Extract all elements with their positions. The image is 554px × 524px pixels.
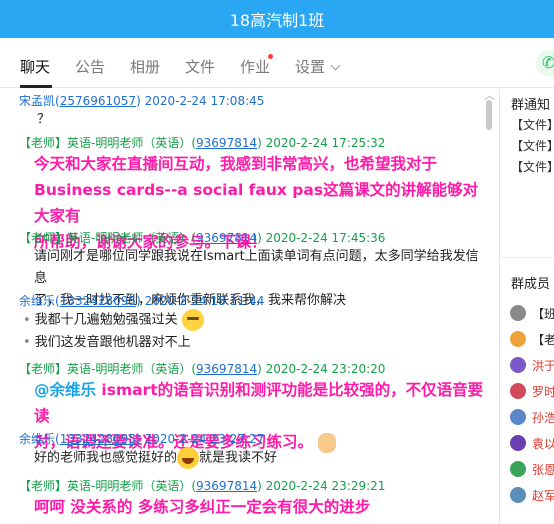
group-members-title: 群成员	[511, 277, 551, 292]
sender-name[interactable]: 余维乐	[19, 294, 55, 308]
message: 【老师】英语-明明老师（英语）(93697814) 2020-2-24 23:2…	[19, 478, 489, 520]
window-title-bar: 18高汽制1班	[0, 0, 554, 38]
tab-settings-label: 设置	[295, 58, 326, 76]
member-item[interactable]: 孙浩	[510, 408, 554, 426]
message-time: 2020-2-24 23:27:27	[144, 432, 265, 446]
chevron-down-icon	[330, 60, 341, 71]
sender-qq-link[interactable]: 93697814	[196, 479, 257, 493]
message-time: 2020-2-24 23:20:20	[265, 362, 386, 376]
homework-unread-dot	[268, 54, 273, 59]
message-line: 就是我读不好	[199, 450, 278, 466]
chat-message-list[interactable]: 宋孟凯(2576961057) 2020-2-24 17:08:45 ？ 【老师…	[0, 89, 497, 524]
message-text: 呵呵 没关系的 多练习多纠正一定会有很大的进步	[34, 498, 371, 516]
member-item[interactable]: 赵军	[510, 486, 554, 504]
avatar	[510, 331, 526, 347]
group-notice-title[interactable]: 群通知	[511, 94, 550, 113]
sender-qq-link[interactable]: 1332428095	[60, 432, 136, 446]
tab-files[interactable]: 文件	[185, 56, 215, 77]
member-item[interactable]: 张恩	[510, 460, 554, 478]
message-time: 2020-2-24 17:45:36	[265, 231, 386, 245]
message-meta: 【老师】英语-明明老师（英语）(93697814) 2020-2-24 17:4…	[19, 231, 386, 245]
avatar	[510, 305, 526, 321]
sender-name[interactable]: 【老师】英语-明明老师（英语）	[19, 136, 191, 150]
message-meta: 【老师】英语-明明老师（英语）(93697814) 2020-2-24 23:2…	[19, 479, 386, 493]
message-time: 2020-2-24 18:11:44	[144, 294, 265, 308]
laughing-emoji-icon	[177, 447, 200, 469]
scrollbar-thumb[interactable]	[486, 100, 492, 130]
phone-icon: ✆	[542, 53, 554, 72]
message: 余维乐(1332428095) 2020-2-24 18:11:44 • 我都十几…	[19, 293, 489, 354]
member-item[interactable]: 【老	[510, 330, 554, 348]
avatar	[510, 383, 526, 399]
sender-name[interactable]: 【老师】英语-明明老师（英语）	[19, 231, 191, 245]
avatar	[510, 487, 526, 503]
sender-name[interactable]: 【老师】英语-明明老师（英语）	[19, 479, 191, 493]
member-name: 洪于	[532, 358, 554, 373]
mention-link[interactable]: @余维乐	[34, 381, 96, 399]
tab-bar: 聊天 公告 相册 文件 作业 设置	[0, 38, 554, 88]
sender-name[interactable]: 【老师】英语-明明老师（英语）	[19, 362, 191, 376]
member-item[interactable]: 洪于	[510, 356, 554, 374]
tab-album[interactable]: 相册	[130, 56, 160, 77]
message-time: 2020-2-24 23:29:21	[265, 479, 386, 493]
message-text: ？	[37, 112, 51, 127]
message-meta: 【老师】英语-明明老师（英语）(93697814) 2020-2-24 23:2…	[19, 362, 386, 376]
sender-qq-link[interactable]: 93697814	[196, 136, 257, 150]
message-line: 我们这发音跟他机器对不上	[34, 334, 191, 350]
sender-qq-link[interactable]: 2576961057	[60, 94, 136, 108]
avatar	[510, 357, 526, 373]
message-text: @余维乐 ismart的语音识别和测评功能是比较强的，不仅语音要读	[19, 377, 489, 429]
message-text: • 我都十几遍勉勉强强过关	[19, 309, 489, 332]
panel-divider	[500, 257, 554, 258]
message-time: 2020-2-24 17:25:32	[265, 136, 386, 150]
message-text: Business cards--a social faux pas这篇课文的讲解…	[34, 181, 479, 225]
member-item[interactable]: 罗时	[510, 382, 554, 400]
member-item[interactable]: 【班	[510, 304, 554, 322]
tab-chat[interactable]: 聊天	[20, 56, 50, 77]
tab-homework[interactable]: 作业	[240, 56, 270, 77]
message-line: 好的老师我也感觉挺好的	[34, 450, 178, 466]
message-meta: 宋孟凯(2576961057) 2020-2-24 17:08:45	[19, 94, 265, 108]
message-text: 今天和大家在直播间互动，我感到非常高兴，也希望我对于	[34, 155, 438, 173]
thinking-emoji-icon	[181, 309, 204, 331]
active-tab-indicator	[20, 85, 52, 88]
message-line: ismart的语音识别和测评功能是比较强的，不仅语音要读	[34, 381, 484, 425]
member-name: 赵军	[532, 488, 554, 503]
group-info-panel: 群通知 【文件】 【文件】 【文件】 群成员 【班 【老 洪于 罗时 孙浩 袁以…	[499, 89, 554, 524]
avatar	[510, 461, 526, 477]
message-time: 2020-2-24 17:08:45	[144, 94, 265, 108]
notice-file-item[interactable]: 【文件】	[511, 137, 554, 154]
avatar	[510, 409, 526, 425]
sender-name[interactable]: 宋孟凯	[19, 94, 55, 108]
message-line: 我都十几遍勉勉强强过关	[34, 312, 178, 328]
scrollbar-track[interactable]	[486, 100, 492, 520]
sender-qq-link[interactable]: 1332428095	[60, 294, 136, 308]
tab-settings[interactable]: 设置	[295, 56, 341, 77]
tab-announcement[interactable]: 公告	[75, 56, 105, 77]
avatar	[510, 435, 526, 451]
member-name: 【老	[532, 332, 554, 347]
notice-file-item[interactable]: 【文件】	[511, 116, 554, 133]
member-name: 袁以	[532, 436, 554, 451]
message-meta: 余维乐(1332428095) 2020-2-24 18:11:44	[19, 294, 265, 308]
sender-name[interactable]: 余维乐	[19, 432, 55, 446]
member-name: 张恩	[532, 462, 554, 477]
message: 余维乐(1332428095) 2020-2-24 23:27:27 好的老师我…	[19, 431, 489, 470]
message-meta: 【老师】英语-明明老师（英语）(93697814) 2020-2-24 17:2…	[19, 136, 386, 150]
sender-qq-link[interactable]: 93697814	[196, 231, 257, 245]
member-name: 【班	[532, 306, 554, 321]
member-item[interactable]: 袁以	[510, 434, 554, 452]
message-meta: 余维乐(1332428095) 2020-2-24 23:27:27	[19, 432, 265, 446]
window-title: 18高汽制1班	[229, 11, 325, 30]
message: 宋孟凯(2576961057) 2020-2-24 17:08:45 ？	[19, 93, 489, 131]
message-text: • 我们这发音跟他机器对不上	[23, 334, 191, 350]
sender-qq-link[interactable]: 93697814	[196, 362, 257, 376]
notice-file-item[interactable]: 【文件】	[511, 158, 554, 175]
message-text: 好的老师我也感觉挺好的 就是我读不好	[19, 447, 489, 470]
message-text: 请问刚才是哪位同学跟我说在Ismart上面读单词有点问题，太多同学给我发信息	[34, 249, 479, 286]
member-name: 孙浩	[532, 410, 554, 425]
member-name: 罗时	[532, 384, 554, 399]
